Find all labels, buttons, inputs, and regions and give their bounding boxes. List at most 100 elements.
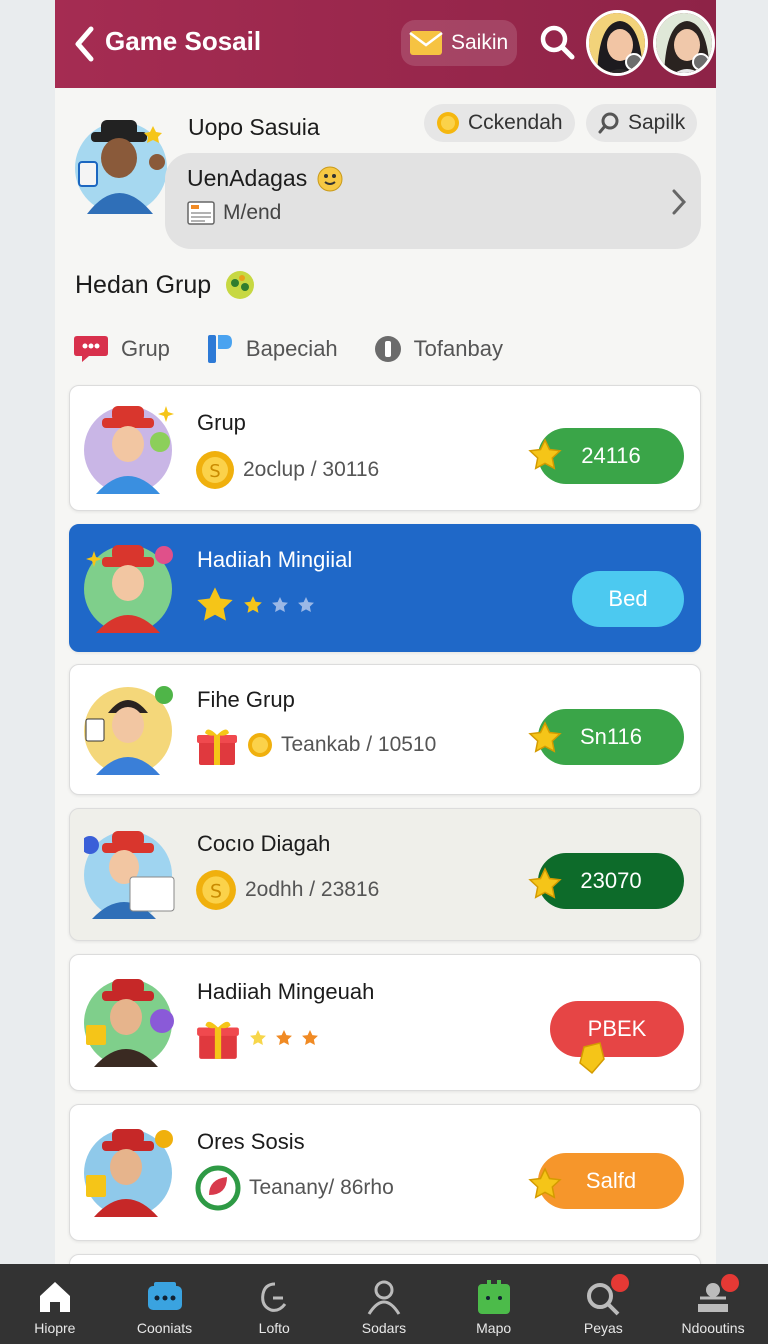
action-button[interactable]: Bed <box>572 571 684 627</box>
character-avatar <box>84 979 174 1067</box>
star-icon <box>272 597 288 613</box>
character-avatar <box>84 831 175 919</box>
gift-icon <box>197 729 237 765</box>
star-icon <box>528 721 562 753</box>
tab-label: Tofanbay <box>413 336 503 361</box>
card-sub-row: Teankab / 10510 <box>195 723 436 767</box>
nav-label: Ndooutins <box>681 1320 745 1336</box>
card-title: Cocıo Diagah <box>197 831 331 856</box>
nav-label: Cooniats <box>136 1320 193 1336</box>
tab-label: Bapeciah <box>245 336 338 361</box>
friend-avatar-2[interactable] <box>653 10 715 76</box>
nav-contacts[interactable]: Cooniats <box>117 1278 213 1336</box>
card-title: Ores Sosis <box>197 1129 305 1154</box>
person-icon <box>367 1280 401 1315</box>
notification-badge <box>609 1272 632 1294</box>
status-name: UenAdagas <box>187 165 308 191</box>
smile-emoji-icon <box>317 166 343 191</box>
star-icon <box>250 1030 266 1046</box>
coin-icon: S <box>196 870 236 910</box>
card-sub-row: S 2oclup / 30116 <box>195 450 379 490</box>
blue-bookmark-icon <box>207 335 232 363</box>
nav-search[interactable]: Peyas <box>555 1272 651 1336</box>
nav-label: Sodars <box>361 1320 407 1336</box>
friend-avatar-1[interactable] <box>586 10 648 76</box>
status-sub: M/end <box>223 201 282 224</box>
card-sub: 2odhh / 23816 <box>245 878 380 901</box>
nav-map[interactable]: Mapo <box>446 1278 542 1336</box>
gift-icon <box>197 1021 239 1059</box>
action-button[interactable]: PBEK <box>550 1001 684 1057</box>
mail-button[interactable]: Saikin <box>401 20 517 66</box>
star-icon <box>244 596 262 613</box>
status-card[interactable]: UenAdagas M/end <box>165 153 701 249</box>
star-icon <box>298 597 314 613</box>
section-title-row: Hedan Grup <box>75 270 255 300</box>
tab-bapeciah[interactable]: Bapeciah <box>206 333 338 365</box>
map-box-icon <box>477 1280 510 1314</box>
home-icon <box>39 1282 70 1312</box>
card-sub: Teanany/ 86rho <box>249 1176 394 1199</box>
card-title: Hadiiah Mingiial <box>197 547 353 572</box>
leaf-badge-icon <box>195 1165 241 1211</box>
character-avatar <box>84 545 173 633</box>
nav-label: Hiopre <box>34 1320 76 1336</box>
coins-pill-label: Cckendah <box>468 111 563 134</box>
svg-text:S: S <box>209 461 220 482</box>
star-icon <box>528 1167 562 1199</box>
character-avatar <box>84 686 173 775</box>
list-item[interactable]: Hadiiah Mingiial Bed <box>69 524 701 652</box>
chat-bubble-icon <box>74 336 108 362</box>
back-arrow-icon[interactable] <box>71 24 99 64</box>
refresh-icon <box>261 1282 287 1312</box>
nav-home[interactable]: Hiopre <box>7 1278 103 1336</box>
app-title: Game Sosail <box>105 26 262 56</box>
svg-text:S: S <box>210 880 222 902</box>
search-icon[interactable] <box>537 22 577 62</box>
game-controller-icon <box>147 1282 182 1310</box>
section-title: Hedan Grup <box>75 270 212 299</box>
chevron-right-icon <box>672 189 687 215</box>
list-item[interactable]: Hadiiah Mingeuah PBEK <box>69 954 701 1091</box>
tab-label: Grup <box>121 336 170 361</box>
badge-tag-icon <box>579 1042 605 1075</box>
user-name: Uopo Sasuia <box>188 114 320 140</box>
bottom-navigation: Hiopre Cooniats Lofto Sodars Mapo Peyas … <box>0 1264 768 1344</box>
search-pill[interactable]: Sapilk <box>586 104 698 142</box>
card-title: Hadiiah Mingeuah <box>197 979 375 1004</box>
user-avatar[interactable] <box>73 114 169 218</box>
star-icon <box>302 1030 318 1046</box>
character-avatar <box>84 406 174 494</box>
notification-badge <box>719 1272 742 1294</box>
mail-label: Saikin <box>451 31 509 54</box>
tab-grup[interactable]: Grup <box>73 334 170 364</box>
nav-notifications[interactable]: Ndooutins <box>665 1272 761 1336</box>
group-emoji-icon <box>226 271 255 299</box>
tab-tofanbay[interactable]: Tofanbay <box>374 335 503 363</box>
list-item[interactable]: Grup S 2oclup / 30116 24116 <box>69 385 701 511</box>
card-sub-row: Teanany/ 86rho <box>195 1165 394 1211</box>
nav-lofto[interactable]: Lofto <box>226 1278 322 1336</box>
card-title: Grup <box>197 410 246 435</box>
card-sub-row: S 2odhh / 23816 <box>195 869 379 911</box>
star-icon <box>528 438 562 470</box>
star-icon <box>528 867 562 899</box>
nav-social[interactable]: Sodars <box>336 1278 432 1336</box>
list-item[interactable]: Fihe Grup Teankab / 10510 Sn116 <box>69 664 701 795</box>
star-icon <box>276 1030 292 1046</box>
card-sub: Teankab / 10510 <box>281 733 437 756</box>
coin-icon: S <box>196 451 234 489</box>
nav-label: Lofto <box>258 1320 290 1336</box>
character-avatar <box>84 1129 173 1217</box>
rating-stars <box>195 585 315 625</box>
list-item[interactable]: Ores Sosis Teanany/ 86rho Salfd <box>69 1104 701 1241</box>
coins-pill[interactable]: Cckendah <box>424 104 575 142</box>
card-sub-row <box>195 1015 319 1061</box>
app-header: Game Sosail Saikin <box>55 0 716 88</box>
online-status-dot <box>692 53 710 71</box>
star-icon <box>197 587 233 621</box>
list-item[interactable]: Cocıo Diagah S 2odhh / 23816 23070 <box>69 808 701 941</box>
coin-icon <box>248 733 272 757</box>
search-icon <box>598 112 619 134</box>
search-pill-label: Sapilk <box>628 111 686 134</box>
